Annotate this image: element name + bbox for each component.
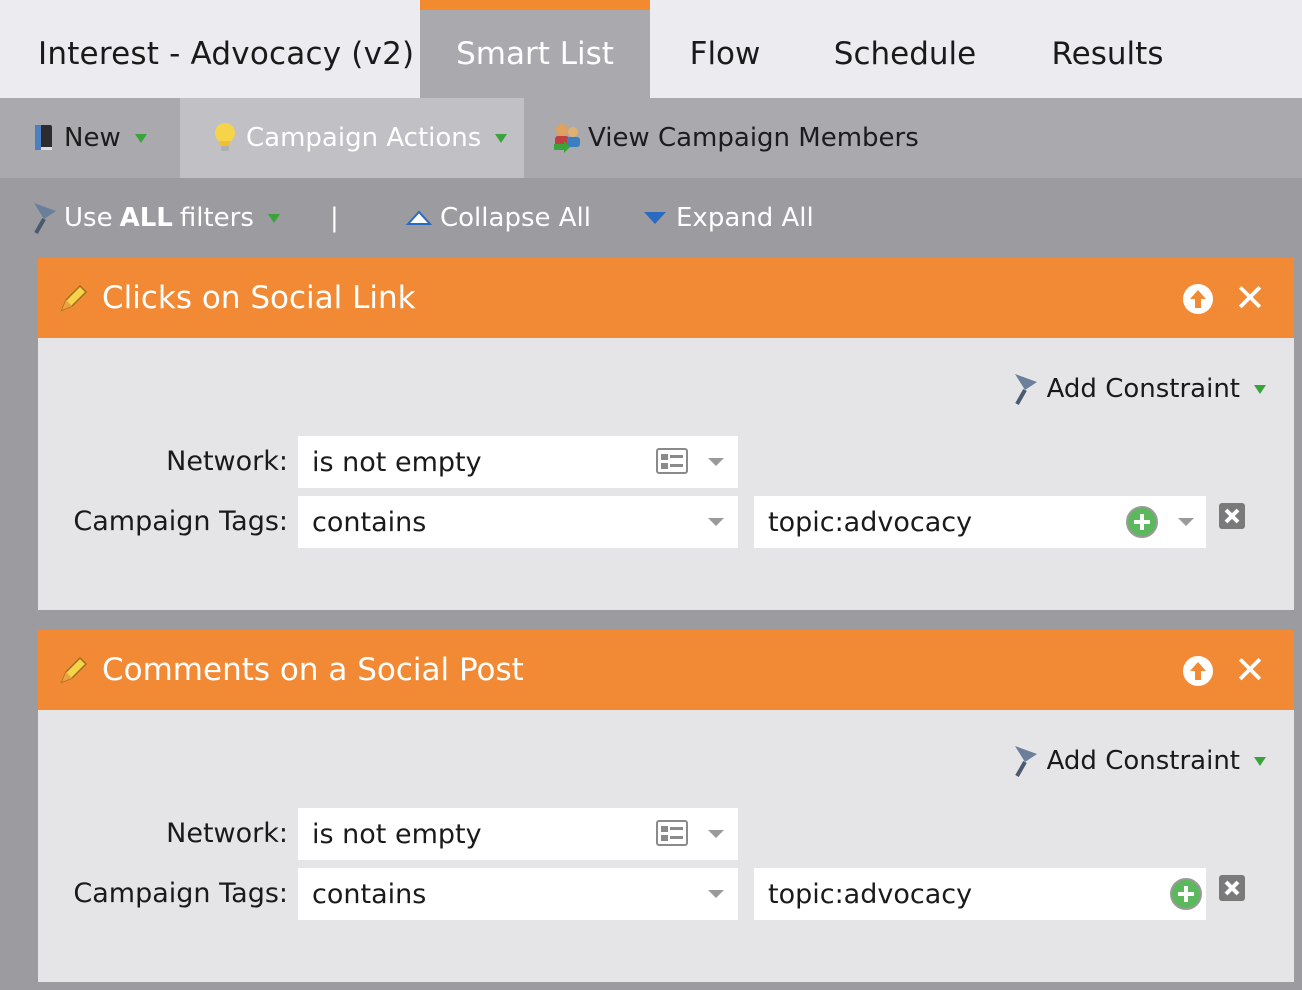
collapse-all-label: Collapse All	[440, 203, 591, 233]
filter-funnel-icon	[1014, 374, 1037, 405]
add-constraint-button[interactable]: Add Constraint	[1011, 372, 1266, 406]
add-constraint-button[interactable]: Add Constraint	[1011, 744, 1266, 778]
move-up-icon[interactable]	[1182, 283, 1214, 315]
filter-title: Comments on a Social Post	[102, 652, 524, 688]
use-suffix: filters	[179, 203, 254, 233]
tags-operator-select[interactable]: contains	[298, 868, 738, 920]
filter-title: Clicks on Social Link	[102, 280, 416, 316]
add-constraint-label: Add Constraint	[1046, 374, 1240, 404]
use-all-bold: ALL	[119, 203, 173, 233]
network-label: Network:	[166, 446, 288, 477]
campaign-actions-label: Campaign Actions	[246, 123, 482, 153]
tags-value-text: topic:advocacy	[768, 878, 973, 910]
chevron-down-icon	[495, 133, 508, 143]
new-button[interactable]: New	[0, 98, 180, 178]
chevron-down-icon[interactable]	[708, 458, 724, 466]
expand-triangle-icon	[644, 212, 666, 224]
delete-constraint-icon[interactable]	[1218, 502, 1246, 530]
tags-value-text: topic:advocacy	[768, 506, 973, 538]
pencil-trigger-icon	[60, 284, 88, 312]
network-operator-value: is not empty	[312, 818, 482, 850]
campaign-actions-button[interactable]: Campaign Actions	[180, 98, 524, 178]
campaign-tags-label: Campaign Tags:	[73, 506, 288, 537]
network-operator-select[interactable]: is not empty	[298, 436, 738, 488]
filter-panel-comments-social-post: Comments on a Social Post ✕ Add Constrai…	[38, 630, 1294, 982]
lightbulb-icon	[215, 123, 235, 151]
chevron-down-icon[interactable]	[1178, 518, 1194, 526]
chevron-down-icon[interactable]	[708, 518, 724, 526]
chevron-down-icon	[267, 213, 280, 223]
toolbar: New Campaign Actions View Campaign Membe…	[0, 98, 1302, 178]
expand-all-label: Expand All	[676, 203, 814, 233]
tab-flow[interactable]: Flow	[650, 0, 800, 98]
network-operator-value: is not empty	[312, 446, 482, 478]
list-icon[interactable]	[656, 448, 688, 474]
expand-all-button[interactable]: Expand All	[642, 200, 814, 236]
filter-body: Add Constraint Network: is not empty Cam…	[38, 710, 1294, 982]
use-prefix: Use	[64, 203, 113, 233]
collapse-all-button[interactable]: Collapse All	[406, 200, 591, 236]
collapse-triangle-icon	[406, 210, 432, 225]
add-value-icon[interactable]	[1126, 506, 1158, 538]
tags-value-input[interactable]: topic:advocacy	[754, 496, 1206, 548]
network-label: Network:	[166, 818, 288, 849]
tags-operator-value: contains	[312, 506, 427, 538]
add-constraint-label: Add Constraint	[1046, 746, 1240, 776]
campaign-tags-label: Campaign Tags:	[73, 878, 288, 909]
filter-header[interactable]: Comments on a Social Post ✕	[38, 630, 1294, 710]
filter-logic-button[interactable]: Use ALL filters	[30, 200, 280, 236]
chevron-down-icon[interactable]	[708, 830, 724, 838]
move-up-icon[interactable]	[1182, 655, 1214, 687]
new-label: New	[64, 123, 121, 153]
view-campaign-members-button[interactable]: View Campaign Members	[550, 98, 930, 178]
add-value-icon[interactable]	[1170, 878, 1202, 910]
chevron-down-icon	[1254, 756, 1266, 766]
remove-filter-icon[interactable]: ✕	[1232, 279, 1268, 317]
tab-results[interactable]: Results	[1020, 0, 1195, 98]
separator: |	[330, 203, 339, 233]
tags-value-input[interactable]: topic:advocacy	[754, 868, 1206, 920]
filter-options-bar: Use ALL filters | Collapse All Expand Al…	[0, 178, 1302, 258]
tags-operator-value: contains	[312, 878, 427, 910]
tab-smart-list[interactable]: Smart List	[420, 0, 650, 98]
delete-constraint-icon[interactable]	[1218, 874, 1246, 902]
filter-panel-clicks-social-link: Clicks on Social Link ✕ Add Constraint N…	[38, 258, 1294, 610]
tab-schedule[interactable]: Schedule	[810, 0, 1000, 98]
filter-funnel-icon	[1014, 746, 1037, 777]
chevron-down-icon[interactable]	[708, 890, 724, 898]
view-members-label: View Campaign Members	[588, 123, 919, 153]
chevron-down-icon	[134, 133, 147, 143]
filter-header[interactable]: Clicks on Social Link ✕	[38, 258, 1294, 338]
tags-operator-select[interactable]: contains	[298, 496, 738, 548]
chevron-down-icon	[1254, 384, 1266, 394]
remove-filter-icon[interactable]: ✕	[1232, 651, 1268, 689]
filter-body: Add Constraint Network: is not empty Cam…	[38, 338, 1294, 610]
network-operator-select[interactable]: is not empty	[298, 808, 738, 860]
filter-funnel-icon	[34, 203, 56, 234]
list-icon[interactable]	[656, 820, 688, 846]
program-title: Interest - Advocacy (v2)	[38, 36, 415, 72]
pencil-trigger-icon	[60, 656, 88, 684]
tab-bar: Interest - Advocacy (v2) Smart List Flow…	[0, 0, 1302, 98]
members-icon	[554, 124, 580, 153]
new-book-icon	[35, 125, 52, 150]
